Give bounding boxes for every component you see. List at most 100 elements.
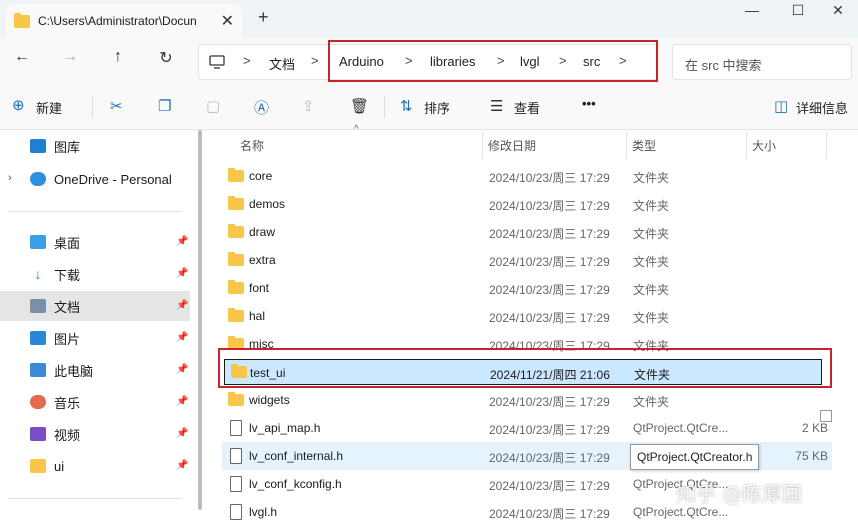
- table-row[interactable]: core 2024/10/23/周三 17:29 文件夹: [222, 162, 832, 190]
- pin-icon: 📌: [176, 268, 189, 279]
- paste-icon[interactable]: ▢: [206, 97, 220, 115]
- toolbar-divider: [384, 96, 385, 118]
- folder-icon: [228, 252, 244, 266]
- file-date: 2024/10/23/周三 17:29: [489, 227, 610, 241]
- file-type: QtProject.QtCre...: [633, 421, 729, 435]
- sidebar-item-label: 图片: [54, 331, 81, 347]
- file-type: 文件夹: [633, 171, 670, 185]
- close-window-button[interactable]: ✕: [818, 2, 858, 22]
- maximize-button[interactable]: ☐: [778, 2, 818, 22]
- sort-icon: ⇅: [400, 98, 413, 115]
- music-icon: [30, 395, 46, 409]
- sidebar-item-label: 图库: [54, 139, 81, 155]
- sidebar-divider: [8, 211, 182, 212]
- videos-icon: [30, 427, 46, 441]
- file-name: widgets: [249, 393, 290, 407]
- cut-icon[interactable]: ✂: [110, 97, 123, 115]
- file-icon: [230, 420, 242, 436]
- back-button[interactable]: ←: [8, 48, 36, 72]
- search-input[interactable]: 在 src 中搜索: [672, 44, 852, 80]
- sidebar-item-onedrive[interactable]: › OneDrive - Personal: [0, 164, 190, 194]
- sidebar-item-ui[interactable]: ui 📌: [0, 451, 190, 481]
- folder-icon: [228, 392, 244, 406]
- window-tab[interactable]: C:\Users\Administrator\Docun ✕: [6, 4, 242, 38]
- pin-icon: 📌: [176, 236, 189, 247]
- column-header-type[interactable]: 类型: [602, 130, 742, 158]
- sort-button[interactable]: 排序: [424, 98, 450, 117]
- view-icon: ☰: [490, 98, 504, 115]
- file-name: hal: [249, 309, 266, 323]
- table-row[interactable]: demos 2024/10/23/周三 17:29 文件夹: [222, 190, 832, 218]
- rename-icon[interactable]: Ⓐ: [254, 97, 269, 118]
- title-bar: C:\Users\Administrator\Docun ✕ + — ☐ ✕: [0, 0, 858, 38]
- sidebar-item-gallery[interactable]: 图库: [0, 131, 190, 161]
- file-date: 2024/10/23/周三 17:29: [489, 255, 610, 269]
- column-divider[interactable]: [826, 132, 827, 158]
- folder-icon: [30, 459, 46, 473]
- file-name: core: [249, 169, 273, 183]
- sidebar-item-downloads[interactable]: ↓ 下载 📌: [0, 259, 190, 289]
- sidebar-scrollbar[interactable]: [198, 130, 202, 510]
- table-row[interactable]: widgets 2024/10/23/周三 17:29 文件夹: [222, 386, 832, 414]
- this-pc-icon: [30, 363, 46, 377]
- scrollbar-arrow[interactable]: [820, 410, 832, 422]
- table-row[interactable]: lv_api_map.h 2024/10/23/周三 17:29 QtProje…: [222, 414, 832, 442]
- file-date: 2024/10/23/周三 17:29: [489, 423, 610, 437]
- table-row[interactable]: draw 2024/10/23/周三 17:29 文件夹: [222, 218, 832, 246]
- folder-icon: [228, 280, 244, 294]
- new-icon: ⊕: [12, 97, 25, 114]
- sidebar-item-music[interactable]: 音乐 📌: [0, 387, 190, 417]
- file-date: 2024/10/23/周三 17:29: [489, 479, 610, 493]
- file-date: 2024/10/23/周三 17:29: [489, 395, 610, 409]
- up-button[interactable]: ↑: [104, 48, 132, 72]
- column-header-name[interactable]: 名称: [210, 130, 482, 158]
- file-list: ^ 名称 修改日期 类型 大小 core 2024/10/23/周三 17:29…: [210, 124, 858, 529]
- file-name: font: [249, 281, 270, 295]
- documents-icon: [30, 299, 46, 313]
- file-type: 文件夹: [633, 283, 670, 297]
- file-type: 文件夹: [633, 255, 670, 269]
- sidebar-item-videos[interactable]: 视频 📌: [0, 419, 190, 449]
- pin-icon: 📌: [176, 460, 189, 471]
- breadcrumb-documents[interactable]: 文档: [269, 54, 295, 73]
- delete-icon[interactable]: 🗑: [350, 97, 369, 115]
- type-tooltip: QtProject.QtCreator.h: [630, 444, 760, 470]
- file-name: demos: [249, 197, 286, 211]
- table-row[interactable]: hal 2024/10/23/周三 17:29 文件夹: [222, 302, 832, 330]
- more-options-button[interactable]: •••: [582, 96, 596, 111]
- row-highlight-box: [218, 348, 832, 388]
- table-row[interactable]: font 2024/10/23/周三 17:29 文件夹: [222, 274, 832, 302]
- new-button[interactable]: 新建: [36, 98, 62, 117]
- sidebar-item-documents[interactable]: 文档 📌: [0, 291, 190, 321]
- toolbar-divider: [92, 96, 93, 118]
- view-button[interactable]: 查看: [514, 98, 540, 117]
- file-icon: [230, 476, 242, 492]
- sidebar-item-this-pc[interactable]: 此电脑 📌: [0, 355, 190, 385]
- tab-title: C:\Users\Administrator\Docun: [38, 14, 197, 28]
- sidebar-item-pictures[interactable]: 图片 📌: [0, 323, 190, 353]
- column-header-size[interactable]: 大小: [722, 130, 822, 158]
- file-date: 2024/10/23/周三 17:29: [489, 199, 610, 213]
- computer-icon[interactable]: [209, 55, 225, 69]
- minimize-button[interactable]: —: [732, 2, 772, 22]
- new-tab-button[interactable]: +: [258, 7, 269, 28]
- file-date: 2024/10/23/周三 17:29: [489, 171, 610, 185]
- command-bar: ⊕ 新建 ✂ ❐ ▢ Ⓐ ⇪ 🗑 ⇅ 排序 ☰ 查看 ••• ◫ 详细信息: [0, 86, 858, 130]
- details-button[interactable]: 详细信息: [796, 98, 848, 117]
- tab-close-icon[interactable]: ✕: [221, 11, 234, 31]
- forward-button[interactable]: →: [56, 48, 84, 72]
- file-name: draw: [249, 225, 276, 239]
- copy-icon[interactable]: ❐: [158, 97, 171, 115]
- table-row[interactable]: extra 2024/10/23/周三 17:29 文件夹: [222, 246, 832, 274]
- refresh-button[interactable]: ↻: [152, 48, 180, 72]
- share-icon[interactable]: ⇪: [302, 97, 315, 115]
- breadcrumb-separator[interactable]: >: [243, 53, 251, 68]
- download-icon: ↓: [34, 266, 42, 282]
- file-type: 文件夹: [633, 395, 670, 409]
- folder-icon: [14, 12, 30, 28]
- chevron-right-icon[interactable]: ›: [8, 172, 12, 184]
- breadcrumb-separator[interactable]: >: [311, 53, 319, 68]
- sidebar-item-desktop[interactable]: 桌面 📌: [0, 227, 190, 257]
- sidebar-item-label: OneDrive - Personal: [54, 171, 172, 187]
- pictures-icon: [30, 331, 46, 345]
